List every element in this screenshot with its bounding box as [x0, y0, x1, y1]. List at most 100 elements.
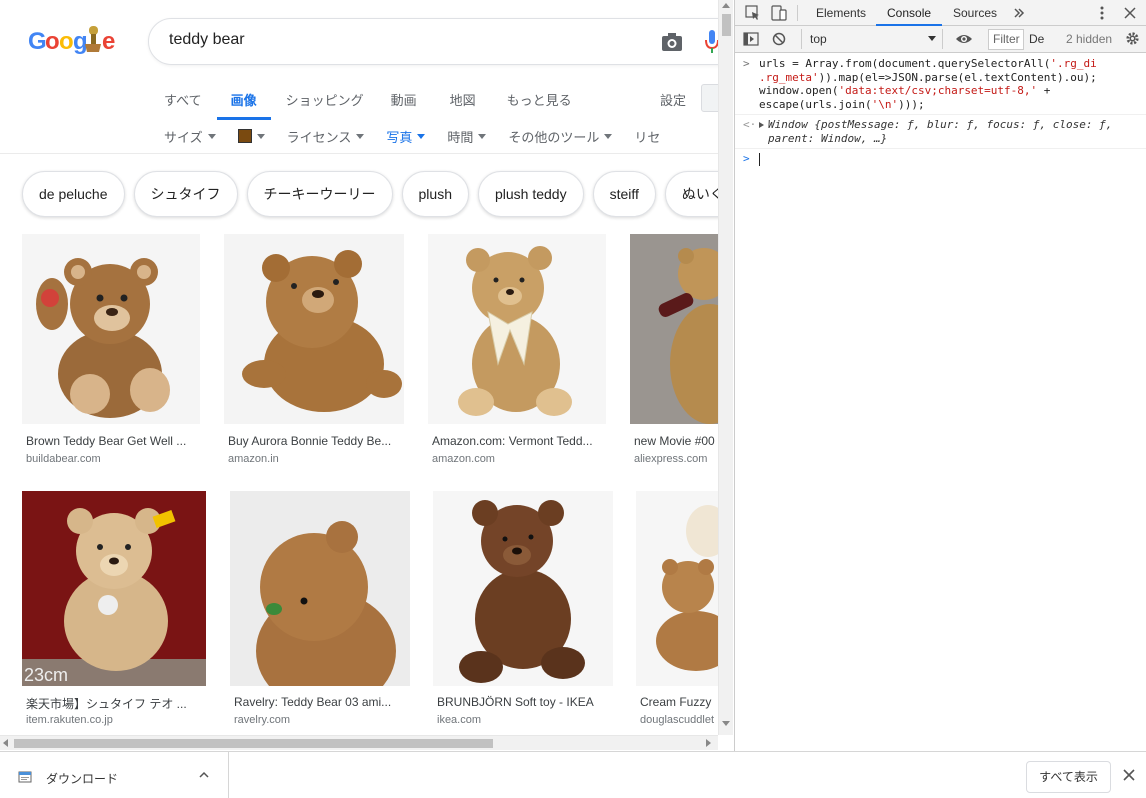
console-prompt-icon: >: [743, 152, 750, 165]
teddy-bear-thumbnail[interactable]: [230, 491, 410, 686]
log-level-select[interactable]: De: [1029, 29, 1053, 50]
code-fragment: )));: [898, 97, 925, 111]
result-caption[interactable]: Buy Aurora Bonnie Teddy Be...: [228, 434, 402, 448]
scroll-down-icon[interactable]: [722, 721, 730, 726]
svg-text:G: G: [28, 28, 46, 55]
image-result[interactable]: Brown Teddy Bear Get Well ... buildabear…: [22, 234, 200, 474]
scroll-left-icon[interactable]: [3, 739, 8, 747]
kebab-menu-icon[interactable]: [1099, 5, 1105, 21]
inspect-element-icon[interactable]: [745, 5, 761, 21]
chevron-up-icon[interactable]: [199, 770, 209, 780]
console-input-entry[interactable]: > urls = Array.from(document.querySelect…: [735, 54, 1146, 115]
result-caption[interactable]: new Movie #00: [634, 434, 718, 448]
camera-icon[interactable]: [661, 32, 683, 52]
chevron-down-icon: [356, 133, 365, 139]
gear-icon[interactable]: [1125, 31, 1140, 46]
console-prompt-entry[interactable]: >: [735, 149, 1146, 169]
teddy-bear-thumbnail[interactable]: [22, 234, 200, 424]
chip-suggestion[interactable]: de peluche: [22, 171, 125, 217]
chip-suggestion[interactable]: steiff: [592, 171, 656, 217]
tab-more[interactable]: もっと見る: [507, 90, 572, 120]
image-tools-bar: サイズ ライセンス 写真 時間 その他のツール リセ: [164, 126, 682, 146]
settings-link[interactable]: 設定: [660, 90, 686, 109]
image-result[interactable]: 23cm 楽天市場】シュタイフ テオ ... item.rakuten.co.j…: [22, 491, 206, 731]
teddy-bear-thumbnail[interactable]: [428, 234, 606, 424]
image-result[interactable]: Ravelry: Teddy Bear 03 ami... ravelry.co…: [230, 491, 410, 731]
teddy-bear-thumbnail[interactable]: [630, 234, 718, 424]
tab-elements[interactable]: Elements: [805, 0, 877, 26]
close-icon[interactable]: [1124, 7, 1136, 19]
vertical-scroll-thumb[interactable]: [722, 14, 731, 36]
horizontal-scroll-thumb[interactable]: [14, 739, 493, 748]
code-string: .rg_meta': [759, 70, 819, 84]
tool-reset[interactable]: リセ: [634, 127, 660, 146]
chip-suggestion[interactable]: チーキーウーリー: [246, 171, 393, 217]
chip-suggestion[interactable]: plush teddy: [477, 171, 584, 217]
device-toolbar-icon[interactable]: [771, 5, 787, 21]
tool-time[interactable]: 時間: [447, 127, 487, 146]
result-caption[interactable]: Ravelry: Teddy Bear 03 ami...: [234, 695, 406, 709]
tab-maps[interactable]: 地図: [450, 90, 476, 120]
clear-console-icon[interactable]: [772, 32, 786, 46]
console-result-line[interactable]: Window {postMessage: ƒ, blur: ƒ, focus: …: [759, 118, 1141, 132]
microphone-icon[interactable]: [705, 30, 718, 54]
image-result[interactable]: new Movie #00 aliexpress.com: [630, 234, 718, 474]
vertical-scrollbar[interactable]: [718, 0, 733, 735]
download-filename: ダウンロード: [46, 772, 119, 786]
sidebar-toggle-icon[interactable]: [743, 32, 759, 46]
image-result[interactable]: BRUNBJÖRN Soft toy - IKEA ikea.com: [433, 491, 613, 731]
expand-triangle-icon[interactable]: [759, 122, 764, 128]
tool-license[interactable]: ライセンス: [287, 127, 365, 146]
tab-sources[interactable]: Sources: [942, 0, 1008, 26]
live-expression-eye-icon[interactable]: [955, 33, 973, 45]
tool-type[interactable]: 写真: [386, 127, 426, 146]
chip-suggestion[interactable]: シュタイフ: [133, 171, 238, 217]
tab-images[interactable]: 画像: [216, 90, 271, 120]
console-output[interactable]: > urls = Array.from(document.querySelect…: [735, 54, 1146, 751]
result-caption[interactable]: BRUNBJÖRN Soft toy - IKEA: [437, 695, 609, 709]
teddy-bear-thumbnail[interactable]: 23cm: [22, 491, 206, 686]
result-caption[interactable]: Brown Teddy Bear Get Well ...: [26, 434, 198, 448]
tool-more-tools[interactable]: その他のツール: [508, 127, 613, 146]
tools-button[interactable]: [701, 84, 718, 112]
scroll-up-icon[interactable]: [722, 3, 730, 8]
tab-all[interactable]: すべて: [164, 90, 202, 120]
tab-shopping[interactable]: ショッピング: [286, 90, 364, 120]
image-result[interactable]: Amazon.com: Vermont Tedd... amazon.com: [428, 234, 606, 474]
result-caption[interactable]: Cream Fuzzy: [640, 695, 718, 709]
image-result[interactable]: Cream Fuzzy douglascuddlet: [636, 491, 718, 731]
code-fragment: +: [1037, 84, 1051, 97]
horizontal-scrollbar[interactable]: [0, 735, 718, 750]
search-input[interactable]: [169, 31, 639, 49]
console-result-arrow-icon: <·: [743, 118, 757, 131]
teddy-bear-thumbnail[interactable]: [224, 234, 404, 424]
scroll-right-icon[interactable]: [706, 739, 711, 747]
teddy-bear-thumbnail[interactable]: [433, 491, 613, 686]
search-box[interactable]: [148, 18, 718, 65]
result-caption[interactable]: Amazon.com: Vermont Tedd...: [432, 434, 604, 448]
tool-size[interactable]: サイズ: [164, 127, 216, 146]
result-domain: amazon.com: [432, 453, 495, 465]
chevron-down-icon: [928, 36, 936, 41]
tab-console[interactable]: Console: [876, 0, 943, 26]
code-fragment: urls = Array.from(document.querySelector…: [759, 57, 1051, 70]
context-select[interactable]: top: [801, 29, 943, 49]
google-doodle-logo[interactable]: G o o g e: [28, 22, 123, 62]
result-domain: item.rakuten.co.jp: [26, 714, 113, 726]
console-result-entry[interactable]: <· Window {postMessage: ƒ, blur: ƒ, focu…: [735, 115, 1146, 149]
tool-reset-label: リセ: [634, 129, 661, 145]
result-caption[interactable]: 楽天市場】シュタイフ テオ ...: [26, 695, 202, 712]
chip-suggestion[interactable]: plush: [401, 171, 469, 217]
image-result[interactable]: Buy Aurora Bonnie Teddy Be... amazon.in: [224, 234, 404, 474]
chip-suggestion[interactable]: ぬいぐる: [664, 171, 718, 217]
teddy-bear-thumbnail[interactable]: [636, 491, 718, 686]
download-item[interactable]: ダウンロード: [0, 752, 229, 798]
tab-videos[interactable]: 動画: [391, 90, 417, 120]
toolbar-separator: [797, 5, 798, 21]
tool-color[interactable]: [237, 129, 265, 143]
more-tabs-icon[interactable]: [1013, 7, 1025, 19]
close-icon[interactable]: [1122, 768, 1136, 782]
console-filter-input[interactable]: Filter: [988, 29, 1024, 50]
tool-time-label: 時間: [447, 129, 474, 145]
show-all-downloads-button[interactable]: すべて表示: [1026, 761, 1111, 793]
